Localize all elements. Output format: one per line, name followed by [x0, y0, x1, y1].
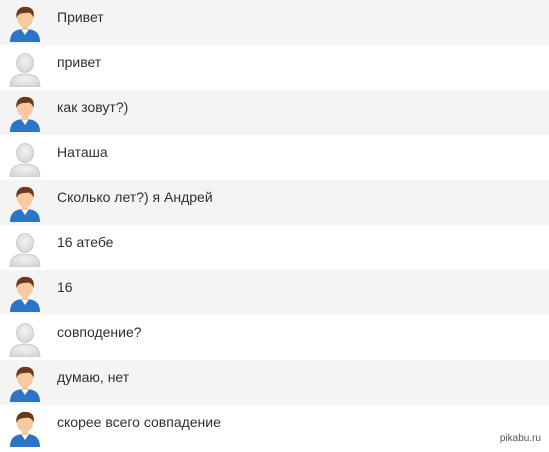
male-user-avatar-icon [6, 274, 44, 312]
default-user-avatar-icon [6, 229, 44, 268]
message-row: Сколько лет?) я Андрей [0, 180, 549, 225]
message-text: Привет [57, 9, 104, 25]
male-user-avatar-icon [6, 4, 44, 42]
male-user-avatar-icon [6, 94, 44, 132]
message-text: как зовут?) [57, 99, 129, 115]
message-text: Наташа [57, 144, 108, 160]
message-text: думаю, нет [57, 369, 130, 385]
default-user-avatar-icon [6, 49, 44, 88]
message-row: привет [0, 45, 549, 90]
male-user-avatar-icon [6, 184, 44, 222]
message-row: совподение? [0, 315, 549, 360]
default-user-avatar-icon [6, 319, 44, 358]
male-user-avatar-icon [6, 409, 44, 447]
message-row: Наташа [0, 135, 549, 180]
message-row: 16 атебе [0, 225, 549, 270]
message-text: скорее всего совпадение [57, 414, 221, 430]
message-row: как зовут?) [0, 90, 549, 135]
message-row: Привет [0, 0, 549, 45]
default-user-avatar-icon [6, 139, 44, 178]
message-text: 16 атебе [57, 234, 114, 250]
male-user-avatar-icon [6, 364, 44, 402]
watermark: pikabu.ru [497, 433, 543, 444]
message-text: Сколько лет?) я Андрей [57, 189, 213, 205]
message-text: совподение? [57, 324, 142, 340]
message-row: скорее всего совпадение [0, 405, 549, 450]
chat-log: Привет привет как зовут?) Наташа Сколько… [0, 0, 549, 450]
message-text: привет [57, 54, 102, 70]
message-row: 16 [0, 270, 549, 315]
message-text: 16 [57, 279, 73, 295]
message-row: думаю, нет [0, 360, 549, 405]
